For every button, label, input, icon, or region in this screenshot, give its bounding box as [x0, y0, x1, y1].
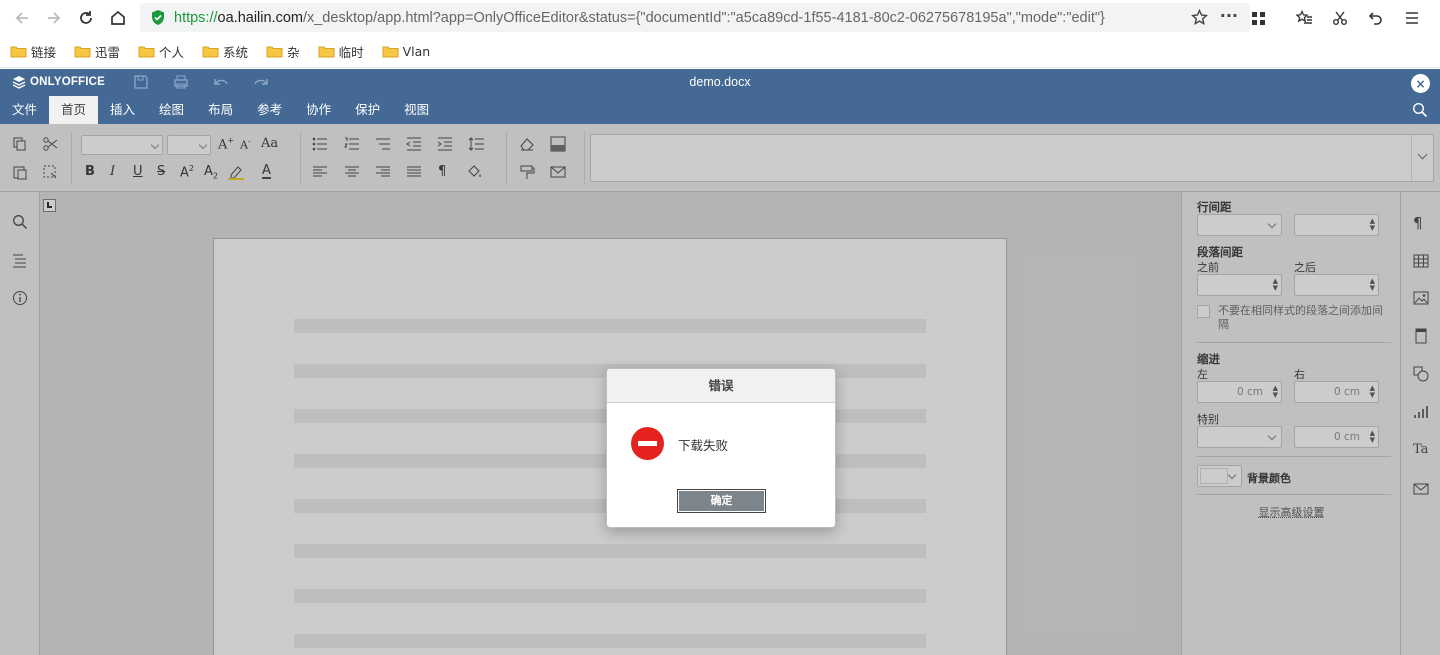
folder-icon — [138, 45, 155, 58]
bookmark-folder[interactable]: 临时 — [318, 42, 364, 61]
error-dialog: 错误 下载失败 确定 — [606, 368, 836, 528]
forward-icon[interactable] — [40, 4, 68, 32]
search-icon[interactable] — [1412, 102, 1428, 121]
back-icon[interactable] — [8, 4, 36, 32]
url-bar[interactable]: https://oa.hailin.com/x_desktop/app.html… — [140, 3, 1250, 32]
more-icon[interactable]: ··· — [1220, 6, 1238, 25]
menu-icon[interactable] — [1394, 6, 1430, 30]
favorites-list-icon[interactable] — [1286, 6, 1322, 30]
ribbon-tabs: 文件 首页 插入 绘图 布局 参考 协作 保护 视图 — [0, 96, 441, 124]
tab-layout[interactable]: 布局 — [196, 96, 245, 124]
undo-icon[interactable] — [1358, 6, 1394, 30]
folder-icon — [74, 45, 91, 58]
bookmarks-bar: 链接 迅雷 个人 系统 杂 临时 Vlan — [0, 36, 1440, 68]
bookmark-folder[interactable]: 系统 — [202, 42, 248, 61]
folder-icon — [202, 45, 219, 58]
scissors-icon[interactable] — [1322, 6, 1358, 30]
apps-icon[interactable] — [1240, 6, 1276, 30]
bookmark-folder[interactable]: 杂 — [266, 42, 300, 61]
folder-icon — [266, 45, 283, 58]
dialog-title: 错误 — [607, 369, 835, 403]
tab-home[interactable]: 首页 — [49, 96, 99, 124]
folder-icon — [318, 45, 335, 58]
error-message: 下载失败 — [678, 438, 729, 453]
browser-address-bar: https://oa.hailin.com/x_desktop/app.html… — [0, 0, 1440, 36]
bookmark-folder[interactable]: 链接 — [10, 42, 56, 61]
star-icon[interactable] — [1190, 8, 1209, 29]
editor-header: ONLYOFFICE demo.docx × 文件 首页 插入 绘图 布局 参考… — [0, 69, 1440, 124]
error-icon — [631, 427, 664, 460]
home-icon[interactable] — [104, 4, 132, 32]
close-editor-button[interactable]: × — [1411, 74, 1430, 93]
tab-file[interactable]: 文件 — [0, 96, 49, 124]
url-text: https://oa.hailin.com/x_desktop/app.html… — [174, 9, 1105, 26]
tab-draw[interactable]: 绘图 — [147, 96, 196, 124]
tab-collaboration[interactable]: 协作 — [294, 96, 343, 124]
tab-insert[interactable]: 插入 — [98, 96, 147, 124]
reload-icon[interactable] — [72, 4, 100, 32]
tab-references[interactable]: 参考 — [245, 96, 294, 124]
tab-view[interactable]: 视图 — [392, 96, 441, 124]
bookmark-folder[interactable]: Vlan — [382, 44, 430, 59]
bookmark-folder[interactable]: 个人 — [138, 42, 184, 61]
ok-button[interactable]: 确定 — [677, 489, 766, 513]
tab-protection[interactable]: 保护 — [343, 96, 392, 124]
folder-icon — [10, 45, 27, 58]
secure-shield-icon — [150, 9, 166, 26]
folder-icon — [382, 45, 399, 58]
document-title: demo.docx — [689, 75, 751, 89]
bookmark-folder[interactable]: 迅雷 — [74, 42, 120, 61]
